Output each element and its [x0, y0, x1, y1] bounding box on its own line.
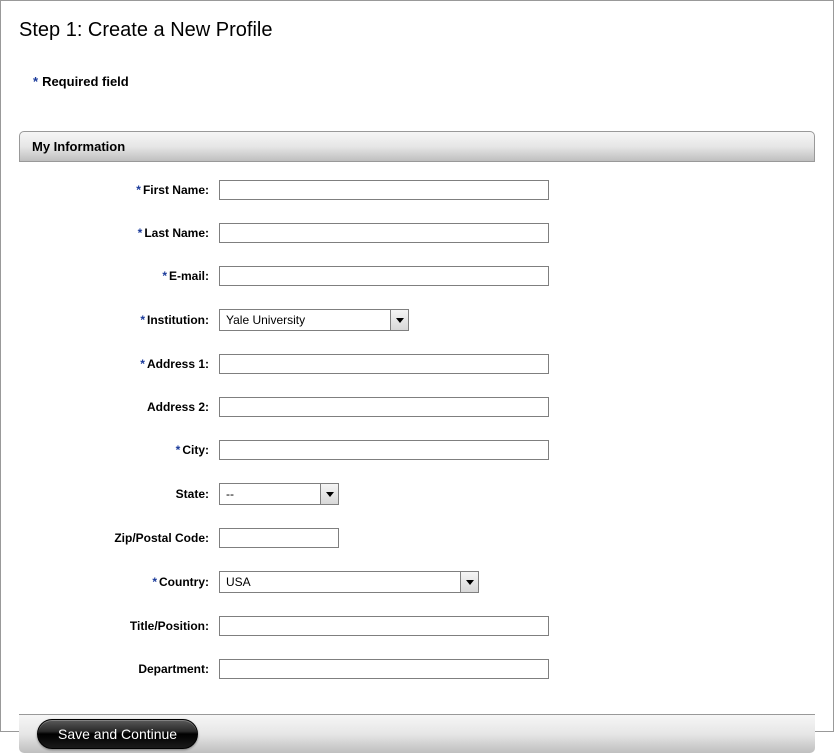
label-text: Address 2:	[147, 400, 209, 414]
save-and-continue-button[interactable]: Save and Continue	[37, 719, 198, 749]
last-name-input[interactable]	[219, 223, 549, 243]
chevron-down-icon	[390, 310, 408, 330]
chevron-down-icon	[460, 572, 478, 592]
country-label: *Country:	[19, 575, 219, 589]
state-label: State:	[19, 487, 219, 501]
country-select-value: USA	[220, 572, 460, 592]
label-text: Department:	[138, 662, 209, 676]
required-field-text: Required field	[42, 74, 129, 89]
label-text: State:	[176, 487, 209, 501]
label-text: Last Name:	[144, 226, 209, 240]
last-name-label: *Last Name:	[19, 226, 219, 240]
institution-select-value: Yale University	[220, 310, 390, 330]
required-field-legend: * Required field	[33, 74, 815, 89]
state-select-value: --	[220, 484, 320, 504]
footer-bar: Save and Continue	[19, 714, 815, 753]
asterisk-icon: *	[136, 183, 141, 197]
department-input[interactable]	[219, 659, 549, 679]
city-label: *City:	[19, 443, 219, 457]
email-label: *E-mail:	[19, 269, 219, 283]
label-text: Address 1:	[147, 357, 209, 371]
address1-input[interactable]	[219, 354, 549, 374]
first-name-label: *First Name:	[19, 183, 219, 197]
asterisk-icon: *	[152, 575, 157, 589]
label-text: Title/Position:	[130, 619, 209, 633]
chevron-down-icon	[320, 484, 338, 504]
first-name-input[interactable]	[219, 180, 549, 200]
email-input[interactable]	[219, 266, 549, 286]
label-text: City:	[182, 443, 209, 457]
zip-label: Zip/Postal Code:	[19, 531, 219, 545]
asterisk-icon: *	[138, 226, 143, 240]
label-text: E-mail:	[169, 269, 209, 283]
state-select[interactable]: --	[219, 483, 339, 505]
label-text: Institution:	[147, 313, 209, 327]
institution-select[interactable]: Yale University	[219, 309, 409, 331]
address2-label: Address 2:	[19, 400, 219, 414]
form-body: *First Name: *Last Name: *E-mail:	[19, 162, 815, 714]
institution-label: *Institution:	[19, 313, 219, 327]
page-title: Step 1: Create a New Profile	[19, 19, 815, 42]
asterisk-icon: *	[140, 313, 145, 327]
city-input[interactable]	[219, 440, 549, 460]
zip-input[interactable]	[219, 528, 339, 548]
address2-input[interactable]	[219, 397, 549, 417]
asterisk-icon: *	[33, 74, 38, 89]
section-header: My Information	[19, 131, 815, 162]
label-text: Zip/Postal Code:	[114, 531, 209, 545]
title-position-input[interactable]	[219, 616, 549, 636]
address1-label: *Address 1:	[19, 357, 219, 371]
asterisk-icon: *	[176, 443, 181, 457]
country-select[interactable]: USA	[219, 571, 479, 593]
label-text: First Name:	[143, 183, 209, 197]
asterisk-icon: *	[140, 357, 145, 371]
department-label: Department:	[19, 662, 219, 676]
label-text: Country:	[159, 575, 209, 589]
title-position-label: Title/Position:	[19, 619, 219, 633]
asterisk-icon: *	[162, 269, 167, 283]
